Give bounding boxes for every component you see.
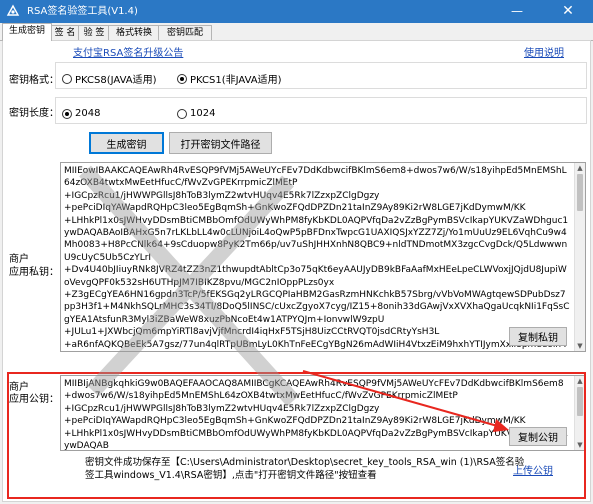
copy-private-key-button[interactable]: 复制私钥 bbox=[509, 327, 567, 346]
tab-sign[interactable]: 签 名 bbox=[50, 25, 80, 41]
private-key-scrollbar[interactable]: ▲ ▼ bbox=[574, 163, 585, 351]
radio-2048-indicator bbox=[62, 108, 72, 119]
highlight-box bbox=[7, 372, 586, 499]
app-icon bbox=[6, 4, 20, 16]
radio-pkcs1[interactable]: PKCS1(非JAVA适用) bbox=[177, 71, 282, 86]
radio-1024-label: 1024 bbox=[190, 108, 216, 119]
radio-pkcs1-label: PKCS1(非JAVA适用) bbox=[190, 75, 282, 86]
generate-key-panel: 支付宝RSA签名升级公告 使用说明 密钥格式： PKCS8(JAVA适用) PK… bbox=[2, 40, 591, 502]
tab-verify[interactable]: 验 签 bbox=[78, 25, 110, 41]
key-format-label: 密钥格式： bbox=[9, 75, 59, 86]
app-window: RSA签名验签工具(V1.4) — ✕ 生成密钥 签 名 验 签 格式转换 密钥… bbox=[0, 0, 593, 504]
key-length-label: 密钥长度： bbox=[9, 108, 59, 119]
tab-format-convert[interactable]: 格式转换 bbox=[108, 25, 160, 41]
tab-key-match[interactable]: 密钥匹配 bbox=[158, 25, 212, 41]
radio-2048-label: 2048 bbox=[75, 108, 101, 119]
tab-generate-key[interactable]: 生成密钥 bbox=[2, 23, 52, 41]
radio-pkcs8-label: PKCS8(JAVA适用) bbox=[75, 75, 157, 86]
radio-pkcs8-indicator bbox=[62, 73, 72, 84]
close-button[interactable]: ✕ bbox=[543, 0, 593, 23]
radio-2048[interactable]: 2048 bbox=[62, 108, 100, 119]
generate-key-button[interactable]: 生成密钥 bbox=[89, 132, 164, 154]
radio-pkcs8[interactable]: PKCS8(JAVA适用) bbox=[62, 71, 157, 86]
minimize-button[interactable]: — bbox=[497, 0, 537, 23]
title-bar[interactable]: RSA签名验签工具(V1.4) — ✕ bbox=[0, 0, 593, 23]
upgrade-notice-link[interactable]: 支付宝RSA签名升级公告 bbox=[73, 44, 183, 59]
private-key-label-line2: 应用私钥： bbox=[9, 267, 59, 278]
window-title: RSA签名验签工具(V1.4) bbox=[27, 6, 138, 17]
tab-bar: 生成密钥 签 名 验 签 格式转换 密钥匹配 bbox=[0, 23, 593, 41]
scroll-down-icon[interactable]: ▼ bbox=[575, 341, 585, 351]
open-key-path-button[interactable]: 打开密钥文件路径 bbox=[169, 132, 272, 154]
private-key-scroll-thumb[interactable] bbox=[577, 174, 583, 211]
private-key-textarea[interactable]: MIIEowIBAAKCAQEAwRh4RvESQP9fVMj5AWeUYcFE… bbox=[60, 162, 586, 352]
scroll-up-icon[interactable]: ▲ bbox=[575, 163, 585, 173]
key-length-group bbox=[55, 97, 587, 124]
radio-1024[interactable]: 1024 bbox=[177, 108, 215, 119]
radio-pkcs1-indicator bbox=[177, 73, 187, 84]
help-link[interactable]: 使用说明 bbox=[524, 44, 564, 59]
radio-1024-indicator bbox=[177, 108, 187, 119]
